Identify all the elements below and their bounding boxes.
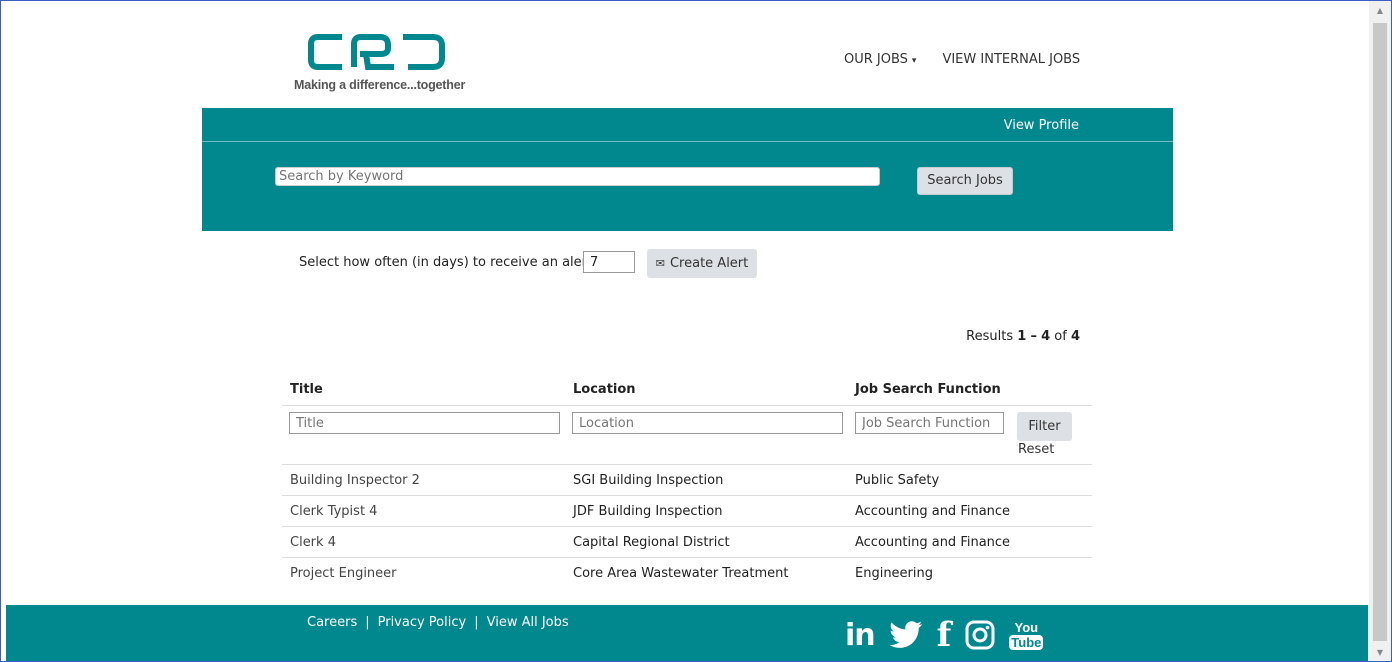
- band-divider: [202, 141, 1173, 142]
- reset-link[interactable]: Reset: [1018, 442, 1054, 457]
- results-total: 4: [1070, 329, 1080, 344]
- location-filter-input[interactable]: [572, 412, 843, 434]
- social-links: in f You Tube: [845, 615, 1044, 655]
- column-header-location[interactable]: Location: [573, 382, 636, 397]
- linkedin-icon[interactable]: in: [845, 618, 876, 653]
- top-navigation: OUR JOBS ▾ VIEW INTERNAL JOBS: [844, 52, 1080, 67]
- scrollbar-thumb[interactable]: [1373, 23, 1387, 641]
- twitter-icon[interactable]: [888, 621, 923, 649]
- youtube-text-top: You: [1014, 619, 1039, 635]
- caret-down-icon: ▾: [911, 56, 917, 66]
- job-function: Engineering: [855, 566, 933, 581]
- job-function: Accounting and Finance: [855, 535, 1011, 550]
- footer-link-careers[interactable]: Careers: [307, 615, 357, 630]
- footer-link-view-all-jobs[interactable]: View All Jobs: [487, 615, 569, 630]
- nav-our-jobs[interactable]: OUR JOBS ▾: [844, 52, 916, 67]
- crd-logo[interactable]: Making a difference...together: [294, 34, 466, 94]
- browser-viewport: Making a difference...together OUR JOBS ▾…: [0, 0, 1392, 662]
- scroll-up-arrow-icon[interactable]: ▲: [1369, 1, 1391, 21]
- view-profile-link[interactable]: View Profile: [1004, 118, 1079, 133]
- job-title-link[interactable]: Project Engineer: [290, 566, 397, 581]
- column-header-title[interactable]: Title: [290, 382, 323, 397]
- instagram-icon[interactable]: [965, 620, 995, 650]
- create-alert-button[interactable]: ✉ Create Alert: [647, 249, 757, 278]
- envelope-icon: ✉: [655, 257, 665, 270]
- youtube-text-bottom: Tube: [1009, 634, 1044, 650]
- nav-our-jobs-label: OUR JOBS: [844, 52, 908, 67]
- footer-separator: |: [365, 615, 370, 630]
- results-to: 4: [1041, 329, 1051, 344]
- alert-frequency-label: Select how often (in days) to receive an…: [299, 255, 597, 270]
- facebook-icon[interactable]: f: [937, 615, 952, 655]
- vertical-scrollbar[interactable]: ▲ ▼: [1369, 1, 1391, 661]
- nav-view-internal-jobs[interactable]: VIEW INTERNAL JOBS: [942, 52, 1080, 67]
- job-location: SGI Building Inspection: [573, 473, 724, 488]
- row-divider: [282, 464, 1092, 465]
- results-of: of: [1054, 329, 1067, 344]
- header-divider: [282, 405, 1092, 406]
- footer-links: Careers | Privacy Policy | View All Jobs: [307, 615, 569, 630]
- job-function: Accounting and Finance: [855, 504, 1011, 519]
- row-divider: [282, 557, 1092, 558]
- function-filter-input[interactable]: [855, 412, 1004, 434]
- job-function: Public Safety: [855, 473, 940, 488]
- title-filter-input[interactable]: [289, 412, 560, 434]
- job-title-link[interactable]: Clerk Typist 4: [290, 504, 377, 519]
- footer-separator: |: [474, 615, 479, 630]
- job-location: Core Area Wastewater Treatment: [573, 566, 789, 581]
- job-title-link[interactable]: Building Inspector 2: [290, 473, 420, 488]
- row-divider: [282, 526, 1092, 527]
- crd-logo-mark: [308, 34, 445, 70]
- results-dash: –: [1030, 329, 1037, 344]
- page-footer: Careers | Privacy Policy | View All Jobs…: [6, 605, 1368, 661]
- column-header-function[interactable]: Job Search Function: [855, 382, 1001, 397]
- filter-button[interactable]: Filter: [1017, 412, 1072, 441]
- scroll-down-arrow-icon[interactable]: ▼: [1369, 643, 1391, 661]
- job-title-link[interactable]: Clerk 4: [290, 535, 336, 550]
- search-band: View Profile Search Jobs: [202, 108, 1173, 231]
- logo-tagline: Making a difference...together: [294, 78, 466, 92]
- row-divider: [282, 495, 1092, 496]
- results-count: Results 1 – 4 of 4: [966, 329, 1080, 344]
- youtube-icon[interactable]: You Tube: [1009, 619, 1044, 650]
- alert-days-input[interactable]: [583, 251, 635, 273]
- keyword-search-input[interactable]: [275, 167, 880, 186]
- results-prefix: Results: [966, 329, 1014, 344]
- search-jobs-button[interactable]: Search Jobs: [917, 167, 1013, 195]
- results-from: 1: [1017, 329, 1027, 344]
- create-alert-label: Create Alert: [669, 256, 749, 271]
- footer-link-privacy[interactable]: Privacy Policy: [378, 615, 467, 630]
- job-location: Capital Regional District: [573, 535, 730, 550]
- job-location: JDF Building Inspection: [573, 504, 723, 519]
